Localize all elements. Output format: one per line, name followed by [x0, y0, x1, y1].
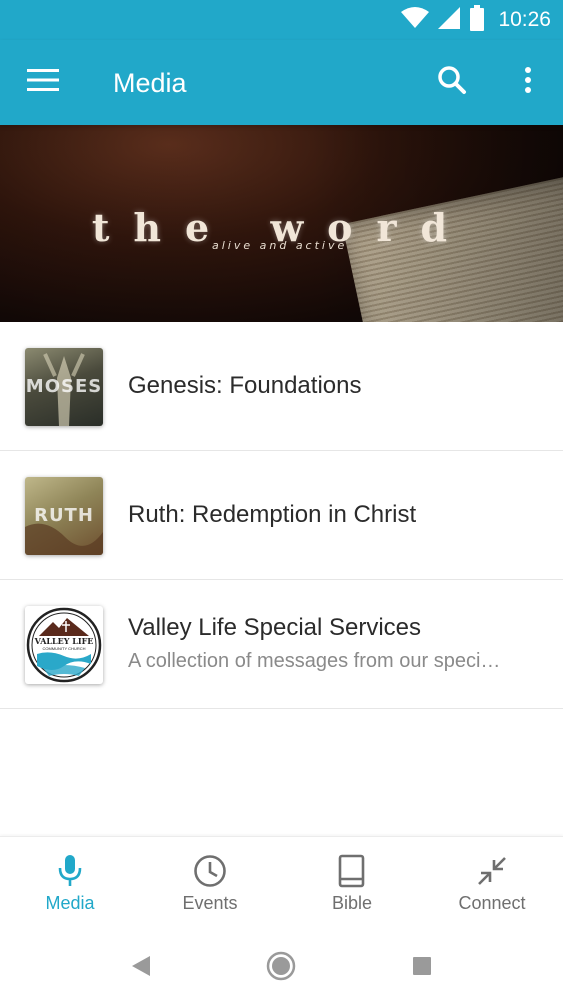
list-item[interactable]: VALLEY LIFE COMMUNITY CHURCH Valley Life… — [0, 580, 563, 709]
search-icon — [437, 65, 467, 100]
compress-arrows-icon — [477, 853, 507, 889]
thumbnail-text: RUTH — [34, 505, 94, 526]
microphone-icon — [57, 853, 83, 889]
home-circle-icon — [266, 951, 296, 986]
series-title: Ruth: Redemption in Christ — [128, 501, 417, 528]
bottom-navigation: Media Events Bible Connect — [0, 836, 563, 934]
status-bar: 10:26 — [0, 0, 563, 40]
status-icons: 10:26 — [401, 4, 551, 36]
back-triangle-icon — [131, 955, 151, 982]
nav-tab-events[interactable]: Events — [140, 837, 280, 935]
banner-subtitle: alive and active — [212, 239, 348, 252]
series-thumbnail: MOSES — [25, 348, 103, 426]
wifi-icon — [401, 6, 430, 34]
back-button[interactable] — [121, 948, 161, 988]
media-series-list: MOSES Genesis: Foundations RUTH Ruth: Re… — [0, 322, 563, 709]
system-navigation-bar — [0, 934, 563, 1000]
cell-signal-icon — [438, 6, 461, 34]
recents-square-icon — [412, 956, 432, 981]
series-description: A collection of messages from our speci… — [128, 650, 501, 672]
home-button[interactable] — [261, 948, 301, 988]
series-title: Genesis: Foundations — [128, 372, 362, 399]
list-item[interactable]: MOSES Genesis: Foundations — [0, 322, 563, 451]
nav-label: Media — [45, 893, 95, 913]
thumbnail-text: MOSES — [25, 376, 103, 397]
more-vert-icon — [524, 66, 532, 99]
search-button[interactable] — [427, 60, 477, 104]
nav-label: Events — [182, 893, 238, 913]
status-time: 10:26 — [498, 8, 551, 31]
nav-label: Bible — [331, 893, 373, 913]
nav-tab-connect[interactable]: Connect — [422, 837, 562, 935]
thumbnail-subtext: COMMUNITY CHURCH — [42, 646, 86, 651]
list-item[interactable]: RUTH Ruth: Redemption in Christ — [0, 451, 563, 580]
clock-icon — [193, 853, 227, 889]
nav-label: Connect — [458, 893, 526, 913]
book-icon — [338, 853, 366, 889]
page-title: Media — [113, 68, 187, 98]
featured-banner[interactable]: the word alive and active — [0, 125, 563, 322]
menu-icon — [27, 68, 59, 96]
series-thumbnail: VALLEY LIFE COMMUNITY CHURCH — [25, 606, 103, 684]
nav-tab-bible[interactable]: Bible — [282, 837, 422, 935]
series-title: Valley Life Special Services — [128, 614, 422, 641]
more-options-button[interactable] — [503, 60, 553, 104]
app-bar: Media — [0, 40, 563, 125]
series-thumbnail: RUTH — [25, 477, 103, 555]
nav-tab-media[interactable]: Media — [0, 837, 140, 935]
menu-button[interactable] — [18, 60, 68, 104]
thumbnail-text: VALLEY LIFE — [34, 636, 94, 646]
battery-icon — [469, 4, 485, 36]
recents-button[interactable] — [402, 948, 442, 988]
